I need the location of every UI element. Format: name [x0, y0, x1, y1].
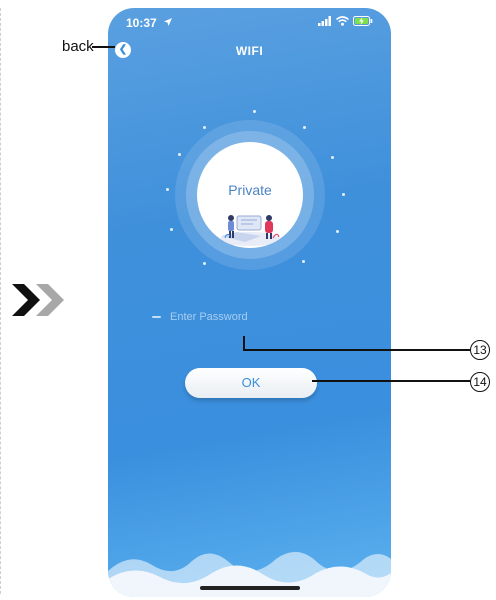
- network-circle: Private: [197, 142, 303, 248]
- decorative-dot: [303, 126, 306, 129]
- location-arrow-icon: [164, 18, 172, 26]
- callout-13-number: 13: [470, 340, 490, 360]
- network-illustration: [220, 215, 280, 246]
- decorative-dot: [336, 230, 339, 233]
- decorative-dot: [253, 110, 256, 113]
- signal-icon: [318, 16, 331, 26]
- home-indicator: [200, 586, 300, 590]
- callout-13-line-vertical: [243, 336, 245, 350]
- status-bar: 10:37: [108, 16, 391, 32]
- ok-button[interactable]: OK: [185, 368, 317, 398]
- wifi-icon: [336, 16, 349, 26]
- lock-icon: [152, 316, 161, 318]
- decorative-dot: [203, 262, 206, 265]
- status-time: 10:37: [126, 16, 157, 30]
- decorative-dot: [170, 228, 173, 231]
- callout-13-line-horizontal: [243, 349, 470, 351]
- annotation-back-label: back: [62, 38, 94, 55]
- page-title: WIFI: [235, 44, 264, 58]
- callout-14-line: [312, 380, 470, 382]
- network-name: Private: [228, 182, 272, 198]
- decorative-dot: [166, 188, 169, 191]
- decorative-dot: [178, 153, 181, 156]
- decorative-dot: [331, 156, 334, 159]
- status-icons: [318, 16, 373, 26]
- password-input[interactable]: [170, 308, 350, 326]
- password-row: [144, 308, 354, 326]
- double-chevron-right-icon: [12, 284, 64, 316]
- decorative-dot: [342, 193, 345, 196]
- battery-charging-icon: [353, 16, 373, 26]
- decorative-dot: [203, 126, 206, 129]
- annotation-back-line: [92, 46, 115, 48]
- callout-14-number: 14: [470, 372, 490, 392]
- decorative-dot: [302, 260, 305, 263]
- phone-screen: 10:37 ❮ WIFI Private OK: [108, 8, 391, 597]
